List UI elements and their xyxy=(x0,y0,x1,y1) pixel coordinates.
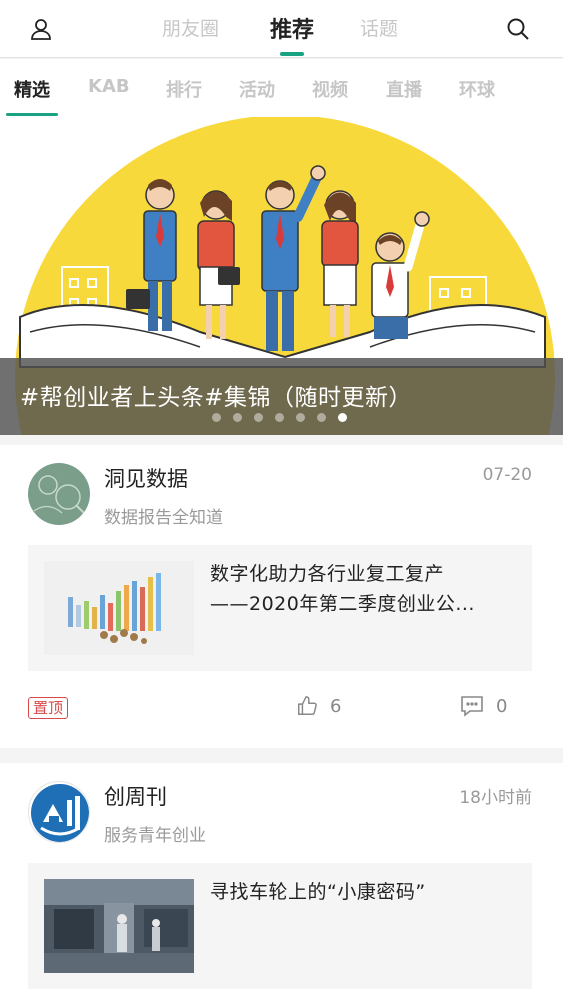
tab-friends[interactable]: 朋友圈 xyxy=(162,14,219,41)
like-count: 6 xyxy=(330,695,342,717)
category-tab-label: 精选 xyxy=(14,80,50,101)
top-bar: 朋友圈 推荐 话题 xyxy=(0,0,563,58)
carousel-dot[interactable] xyxy=(212,413,221,422)
category-tab-video[interactable]: 视频 xyxy=(312,76,348,102)
carousel-dot[interactable] xyxy=(317,413,326,422)
carousel-dot[interactable] xyxy=(275,413,284,422)
account-description: 数据报告全知道 xyxy=(104,508,223,528)
carousel-dot[interactable] xyxy=(254,413,263,422)
category-active-indicator xyxy=(6,113,58,116)
category-tab-events[interactable]: 活动 xyxy=(239,76,275,102)
article-title[interactable]: 数字化助力各行业复工复产 ——2020年第二季度创业公... xyxy=(210,559,520,619)
category-tab-featured[interactable]: 精选 xyxy=(6,76,58,116)
feed-card[interactable]: 创周刊 服务青年创业 18小时前 寻找车轮上的“小康密码” xyxy=(0,763,563,1000)
comment-button[interactable]: 0 xyxy=(460,695,507,717)
article-title-line: 寻找车轮上的“小康密码” xyxy=(210,881,426,903)
feed-card[interactable]: 洞见数据 数据报告全知道 07-20 数字化助力各行业复工复产 ——2020年第… xyxy=(0,445,563,748)
article-title-line: 数字化助力各行业复工复产 xyxy=(210,563,445,585)
carousel-dots xyxy=(212,413,347,422)
category-tab-ranking[interactable]: 排行 xyxy=(166,76,202,102)
post-time: 18小时前 xyxy=(459,788,532,808)
tab-recommend[interactable]: 推荐 xyxy=(270,12,315,56)
account-avatar[interactable] xyxy=(28,463,90,525)
article-thumbnail xyxy=(44,879,194,973)
pinned-badge: 置顶 xyxy=(28,697,69,719)
article-preview[interactable]: 数字化助力各行业复工复产 ——2020年第二季度创业公... xyxy=(28,545,532,671)
article-title[interactable]: 寻找车轮上的“小康密码” xyxy=(210,877,520,907)
tab-topics[interactable]: 话题 xyxy=(360,14,398,41)
carousel-dot[interactable] xyxy=(233,413,242,422)
tab-recommend-label: 推荐 xyxy=(270,18,315,43)
thumbs-up-icon xyxy=(298,696,317,715)
account-name[interactable]: 洞见数据 xyxy=(104,463,188,493)
carousel-dot-active[interactable] xyxy=(338,413,347,422)
account-name[interactable]: 创周刊 xyxy=(104,781,167,811)
banner-caption-bar: #帮创业者上头条#集锦（随时更新） xyxy=(0,358,563,435)
carousel-dot[interactable] xyxy=(296,413,305,422)
category-tab-kab[interactable]: KAB xyxy=(88,76,130,97)
account-description: 服务青年创业 xyxy=(104,826,206,846)
article-thumbnail xyxy=(44,561,194,655)
banner-carousel[interactable]: #帮创业者上头条#集锦（随时更新） xyxy=(0,117,563,435)
comment-count: 0 xyxy=(496,695,508,717)
article-preview[interactable]: 寻找车轮上的“小康密码” xyxy=(28,863,532,989)
tab-active-indicator xyxy=(280,52,304,56)
post-time: 07-20 xyxy=(482,465,532,485)
comment-icon xyxy=(461,696,483,717)
search-icon[interactable] xyxy=(501,12,535,46)
like-button[interactable]: 6 xyxy=(296,695,341,717)
category-tabs: 精选 KAB 排行 活动 视频 直播 环球 xyxy=(0,59,563,117)
user-icon[interactable] xyxy=(24,12,58,46)
account-avatar[interactable] xyxy=(28,781,90,843)
category-tab-live[interactable]: 直播 xyxy=(386,76,422,102)
category-tab-global[interactable]: 环球 xyxy=(459,76,495,102)
article-title-line: ——2020年第二季度创业公... xyxy=(210,593,475,615)
chuang-logo-icon xyxy=(31,784,89,842)
banner-caption: #帮创业者上头条#集锦（随时更新） xyxy=(20,385,413,411)
